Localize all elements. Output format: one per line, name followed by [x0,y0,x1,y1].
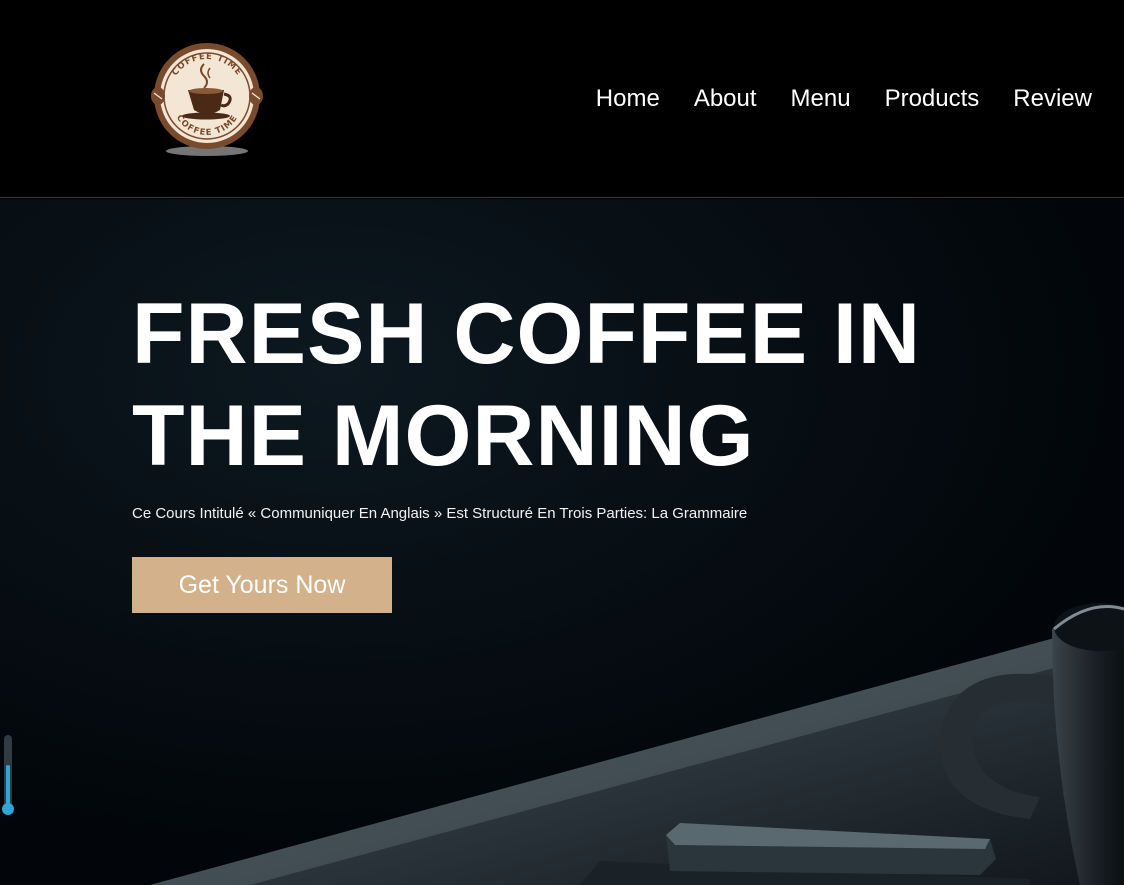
coffee-time-logo[interactable]: COFFEE TIME COFFEE TIME [148,38,266,158]
nav-link-products[interactable]: Products [885,84,980,114]
nav-link-home[interactable]: Home [596,84,660,114]
hero-title-line-2: THE MORNING [132,388,755,484]
hero-title: FRESH COFFEE IN THE MORNING [132,283,1032,487]
scroll-progress-icon [2,803,14,815]
hero-section: FRESH COFFEE IN THE MORNING Ce Cours Int… [0,199,1124,885]
get-yours-now-button[interactable]: Get Yours Now [132,557,392,613]
nav-link-review[interactable]: Review [1013,84,1092,114]
site-header: COFFEE TIME COFFEE TIME Home About Menu … [0,0,1124,198]
nav-link-about[interactable]: About [694,84,757,114]
hero-title-line-1: FRESH COFFEE IN [132,286,922,382]
coffee-cup-logo-icon: COFFEE TIME COFFEE TIME [151,43,263,156]
nav-link-menu[interactable]: Menu [791,84,851,114]
hero-subtitle: Ce Cours Intitulé « Communiquer En Angla… [132,505,748,522]
main-nav: Home About Menu Products Review [596,84,1092,114]
scroll-progress-indicator[interactable] [2,735,14,815]
